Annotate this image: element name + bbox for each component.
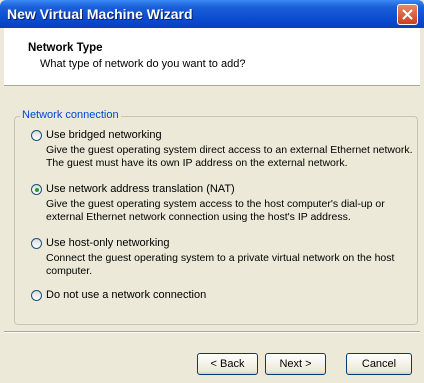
- wizard-body: Network connection Use bridged networkin…: [4, 86, 420, 383]
- radio-no-network[interactable]: [31, 290, 42, 301]
- title-bar[interactable]: New Virtual Machine Wizard: [0, 0, 424, 28]
- option-description: Give the guest operating system direct a…: [46, 144, 413, 169]
- close-button[interactable]: [397, 4, 418, 25]
- radio-nat[interactable]: [31, 184, 42, 195]
- option-description: Give the guest operating system access t…: [46, 198, 385, 223]
- footer-divider: [4, 331, 420, 333]
- cancel-button[interactable]: Cancel: [346, 353, 412, 375]
- radio-bridged[interactable]: [31, 130, 42, 141]
- option-label[interactable]: Use host-only networking: [46, 237, 170, 249]
- next-button[interactable]: Next >: [265, 353, 326, 375]
- option-label[interactable]: Use network address translation (NAT): [46, 183, 235, 195]
- radio-host-only[interactable]: [31, 238, 42, 249]
- option-label[interactable]: Do not use a network connection: [46, 289, 206, 301]
- back-button[interactable]: < Back: [197, 353, 258, 375]
- option-description: Connect the guest operating system to a …: [46, 252, 395, 277]
- network-connection-group: Network connection Use bridged networkin…: [14, 109, 418, 325]
- wizard-window: New Virtual Machine Wizard Network Type …: [0, 0, 424, 383]
- window-title: New Virtual Machine Wizard: [7, 6, 193, 22]
- page-subtitle: What type of network do you want to add?: [40, 58, 246, 70]
- group-label: Network connection: [20, 109, 121, 121]
- close-icon: [402, 9, 413, 20]
- option-label[interactable]: Use bridged networking: [46, 129, 162, 141]
- page-title: Network Type: [28, 42, 103, 54]
- wizard-header: Network Type What type of network do you…: [4, 28, 420, 86]
